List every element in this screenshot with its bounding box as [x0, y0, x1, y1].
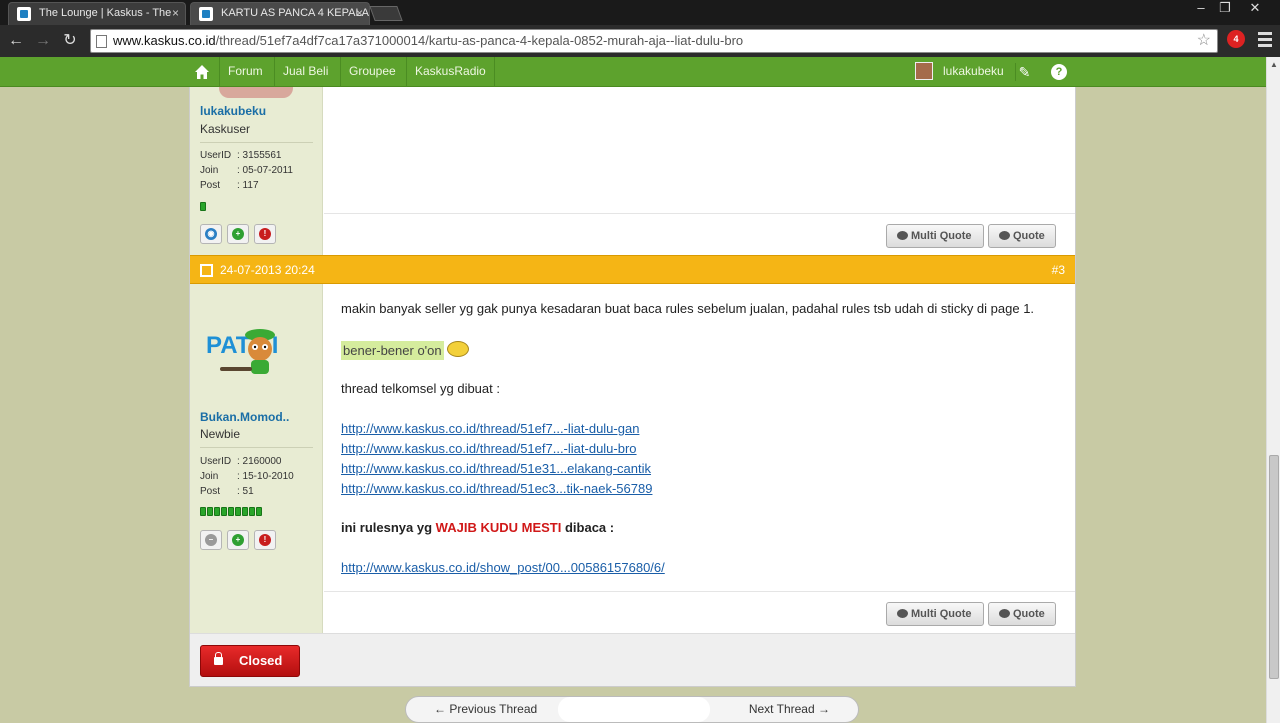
thread-link-4[interactable]: http://www.kaskus.co.id/thread/51ec3...t… [341, 481, 652, 496]
post2-quote-button[interactable]: Quote [988, 602, 1056, 626]
post2-rank: Newbie [200, 427, 241, 441]
new-tab-button[interactable] [369, 6, 403, 21]
post1-body [324, 87, 1075, 213]
user-menu[interactable]: lukakubeku [915, 57, 1004, 87]
post2-username[interactable]: Bukan.Momod.. [200, 410, 289, 424]
post1-quote-button[interactable]: Quote [988, 224, 1056, 248]
post1-user-panel: lukakubeku Kaskuser UserID: 3155561 Join… [190, 87, 323, 255]
kaskus-favicon-icon [17, 7, 31, 21]
home-icon[interactable] [194, 64, 210, 80]
nav-groupee[interactable]: Groupee [340, 57, 404, 87]
page-icon [96, 35, 107, 48]
bookmark-star-icon[interactable]: ☆ [1197, 30, 1211, 52]
browser-tab-bar: The Lounge | Kaskus - The × KARTU AS PAN… [0, 0, 1280, 25]
multi-quote-icon [897, 609, 908, 618]
browser-menu-icon[interactable] [1258, 32, 1272, 50]
post2-report-button[interactable]: ! [254, 530, 276, 550]
post1-rank: Kaskuser [200, 122, 251, 136]
minus-icon: – [205, 534, 217, 546]
thread-status-bar: Closed [190, 633, 1075, 686]
pager-center [558, 697, 710, 722]
tab-close-icon[interactable]: × [356, 3, 363, 24]
minimize-icon[interactable]: – [1188, 0, 1214, 16]
user-name: lukakubeku [943, 64, 1004, 78]
multi-quote-icon [897, 231, 908, 240]
thread-pager: ← Previous Thread Next Thread → [405, 696, 859, 723]
thread-link-3[interactable]: http://www.kaskus.co.id/thread/51e31...e… [341, 461, 651, 476]
post1-report-button[interactable]: ! [254, 224, 276, 244]
url-host: www.kaskus.co.id [113, 33, 216, 48]
browser-tab-lounge[interactable]: The Lounge | Kaskus - The × [8, 2, 186, 25]
plus-icon: + [232, 228, 244, 240]
rules-link[interactable]: http://www.kaskus.co.id/show_post/00...0… [341, 560, 665, 575]
post2-multi-quote-button[interactable]: Multi Quote [886, 602, 984, 626]
quote-icon [999, 609, 1010, 618]
post1-footer: Multi Quote Quote [324, 213, 1075, 255]
window-close-icon[interactable]: ✕ [1242, 0, 1268, 16]
tab-title: KARTU AS PANCA 4 KEPALA [221, 7, 369, 19]
pencil-icon[interactable]: ✎ [1015, 63, 1033, 81]
post2-reputation-bar [200, 505, 263, 516]
post2-footer: Multi Quote Quote [324, 591, 1075, 633]
post2-line2: bener-bener o'on [341, 341, 469, 360]
smiley-icon [446, 341, 469, 357]
vertical-scrollbar[interactable]: ▲ [1266, 57, 1280, 723]
reload-icon[interactable]: ↻ [59, 30, 81, 52]
forward-arrow-icon[interactable]: → [32, 30, 54, 52]
scroll-up-icon[interactable]: ▲ [1267, 57, 1280, 73]
post2-info: UserID: 2160000 Join: 15-10-2010 Post: 5… [200, 456, 294, 497]
report-icon: ! [259, 534, 271, 546]
extension-badge-icon[interactable]: 4 [1227, 30, 1245, 48]
quote-icon [999, 231, 1010, 240]
post1-reputation-button[interactable]: + [227, 224, 249, 244]
divider [200, 142, 313, 143]
url-path: /thread/51ef7a4df7ca17a371000014/kartu-a… [215, 33, 744, 48]
restore-icon[interactable]: ❐ [1212, 0, 1238, 16]
post1-avatar [219, 87, 293, 98]
help-icon[interactable]: ? [1051, 64, 1067, 80]
thread-content: lukakubeku Kaskuser UserID: 3155561 Join… [189, 87, 1076, 687]
post2-line1: makin banyak seller yg gak punya kesadar… [341, 301, 1035, 316]
divider [200, 447, 313, 448]
thread-link-1[interactable]: http://www.kaskus.co.id/thread/51ef7...-… [341, 421, 639, 436]
post2-reputation-button[interactable]: + [227, 530, 249, 550]
plus-icon: + [232, 534, 244, 546]
post-checkbox-icon[interactable] [200, 264, 213, 277]
nav-jual-beli[interactable]: Jual Beli [274, 57, 336, 87]
thread-link-2[interactable]: http://www.kaskus.co.id/thread/51ef7...-… [341, 441, 637, 456]
browser-tab-kartu-as[interactable]: KARTU AS PANCA 4 KEPALA × [190, 2, 370, 25]
closed-button[interactable]: Closed [200, 645, 300, 677]
tab-title: The Lounge | Kaskus - The [39, 7, 172, 19]
post2-line3: thread telkomsel yg dibuat : [341, 381, 500, 396]
post2-header: 24-07-2013 20:24 #3 [190, 255, 1075, 284]
nav-kaskusradio[interactable]: KaskusRadio [406, 57, 495, 87]
browser-toolbar: ← → ↻ www.kaskus.co.id/thread/51ef7a4df7… [0, 25, 1280, 57]
post2-profile-button[interactable]: – [200, 530, 222, 550]
post2-date: 24-07-2013 20:24 [220, 263, 315, 277]
back-arrow-icon[interactable]: ← [5, 30, 27, 52]
site-nav-bar: Forum Jual Beli Groupee KaskusRadio luka… [0, 57, 1266, 87]
kaskus-favicon-icon [199, 7, 213, 21]
post1-multi-quote-button[interactable]: Multi Quote [886, 224, 984, 248]
post1-reputation-bar [200, 200, 207, 211]
patoli-avatar: PAT LI [206, 329, 278, 374]
lock-icon [214, 652, 223, 665]
next-thread-link[interactable]: Next Thread → [749, 697, 830, 722]
post1-username[interactable]: lukakubeku [200, 104, 266, 118]
post2-user-panel: PAT LI Bukan.Momod.. Newbie UserID: 2160… [190, 284, 323, 633]
report-icon: ! [259, 228, 271, 240]
tab-close-icon[interactable]: × [172, 3, 179, 24]
user-avatar [915, 62, 933, 80]
post1-info: UserID: 3155561 Join: 05-07-2011 Post: 1… [200, 150, 293, 191]
rules-line: ini rulesnya yg WAJIB KUDU MESTI dibaca … [341, 520, 615, 535]
profile-icon: ◉ [205, 228, 217, 240]
post2-number[interactable]: #3 [1052, 256, 1065, 284]
address-bar[interactable]: www.kaskus.co.id/thread/51ef7a4df7ca17a3… [90, 29, 1218, 53]
scroll-thumb[interactable] [1269, 455, 1279, 679]
nav-forum[interactable]: Forum [219, 57, 271, 87]
previous-thread-link[interactable]: ← Previous Thread [434, 697, 537, 722]
post1-profile-button[interactable]: ◉ [200, 224, 222, 244]
